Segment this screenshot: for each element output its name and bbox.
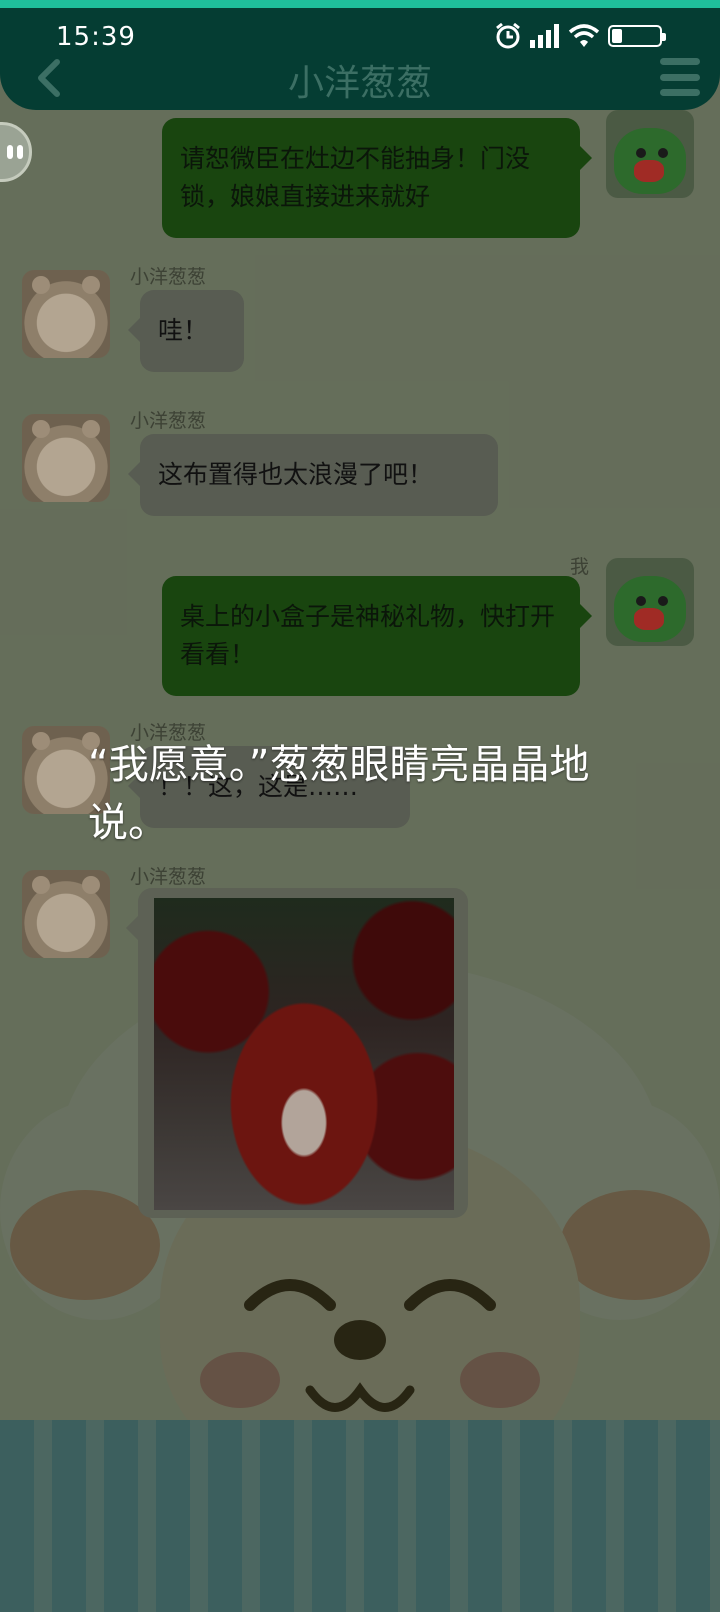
- wifi-icon: [568, 24, 600, 47]
- top-accent-strip: [0, 0, 720, 8]
- battery-icon: [608, 25, 666, 47]
- status-time: 15:39: [56, 22, 136, 52]
- sender-name: 我: [570, 556, 590, 578]
- page-title: 小洋葱葱: [287, 63, 432, 104]
- menu-button[interactable]: [660, 58, 700, 96]
- avatar[interactable]: [22, 270, 110, 358]
- sender-name: 小洋葱葱: [130, 410, 207, 432]
- back-button[interactable]: [24, 52, 72, 104]
- message-bubble[interactable]: 哇！: [128, 290, 244, 372]
- avatar[interactable]: [22, 414, 110, 502]
- avatar[interactable]: [606, 558, 694, 646]
- message-bubble[interactable]: 桌上的小盒子是神秘礼物，快打开看看！: [162, 576, 592, 696]
- message-bubble[interactable]: 这布置得也太浪漫了吧！: [128, 434, 498, 516]
- alarm-icon: [496, 22, 520, 49]
- sender-name: 小洋葱葱: [130, 866, 207, 888]
- message-bubble[interactable]: 请恕微臣在灶边不能抽身！门没锁，娘娘直接进来就好: [162, 118, 592, 238]
- image-message[interactable]: [126, 888, 468, 1218]
- chevron-left-icon: [38, 59, 60, 97]
- status-icons: [494, 20, 666, 52]
- signal-icon: [530, 24, 559, 48]
- menu-icon: [660, 58, 700, 65]
- story-narration[interactable]: “我愿意。”葱葱眼睛亮晶晶地说。: [88, 736, 648, 852]
- avatar[interactable]: [606, 110, 694, 198]
- avatar[interactable]: [22, 870, 110, 958]
- sender-name: 小洋葱葱: [130, 266, 207, 288]
- ring-box-photo: [154, 898, 454, 1210]
